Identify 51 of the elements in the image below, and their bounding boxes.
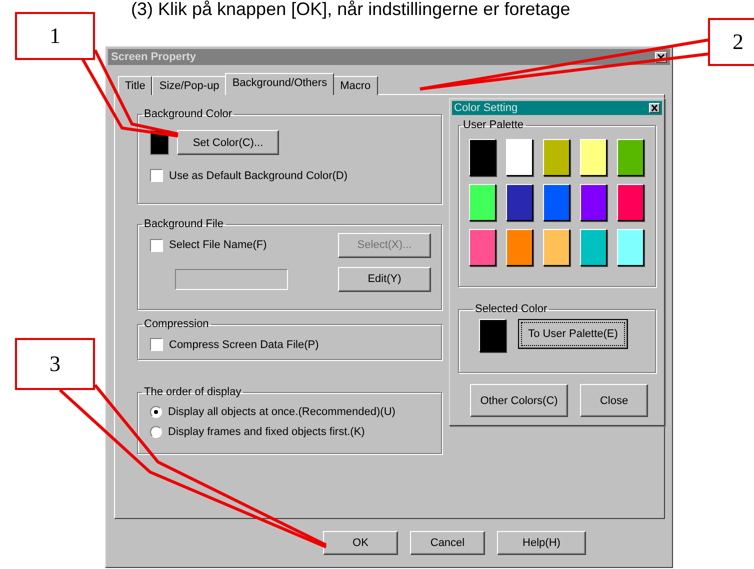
radio-label: Display frames and fixed objects first.(K) — [168, 426, 365, 438]
color-swatch[interactable] — [580, 229, 607, 266]
radio-label: Display all objects at once.(Recommended)(U) — [168, 406, 396, 418]
tab[interactable]: Macro — [333, 76, 378, 95]
color-swatch[interactable] — [506, 184, 533, 221]
tab[interactable]: Title — [118, 76, 152, 95]
color-swatch[interactable] — [543, 184, 570, 221]
help-button[interactable]: Help(H) — [497, 531, 586, 555]
group-title: Background File — [143, 218, 224, 230]
cancel-button[interactable]: Cancel — [410, 531, 485, 555]
radio-button[interactable] — [150, 426, 162, 438]
color-swatch[interactable] — [506, 229, 533, 266]
checkbox-label: Select File Name(F) — [169, 239, 267, 251]
callout-label: 3 — [15, 338, 95, 390]
color-swatch[interactable] — [469, 184, 496, 221]
checkbox[interactable] — [150, 238, 163, 252]
group-title: User Palette — [462, 119, 525, 131]
color-swatch[interactable] — [580, 139, 607, 176]
checkbox-label: Use as Default Background Color(D) — [169, 170, 348, 182]
instruction-text: (3) Klik på knappen [OK], når indstillingerne er foretage — [131, 0, 570, 20]
group-title: Background Color — [143, 108, 234, 120]
checkbox[interactable] — [150, 169, 163, 182]
window-title: Color Setting — [454, 102, 518, 114]
group-title: Selected Color — [474, 303, 548, 315]
close-button[interactable]: Close — [580, 384, 648, 417]
group-title: The order of display — [143, 386, 242, 398]
color-swatch[interactable] — [506, 139, 533, 176]
checkbox-label: Compress Screen Data File(P) — [169, 338, 319, 350]
to-user-palette-button[interactable]: To User Palette(E) — [518, 319, 628, 349]
close-icon[interactable] — [649, 103, 660, 113]
other-colors-button[interactable]: Other Colors(C) — [470, 384, 568, 417]
color-swatch[interactable] — [617, 229, 644, 266]
color-swatch[interactable] — [469, 229, 496, 266]
set-color-button[interactable]: Set Color(C)... — [177, 130, 279, 155]
callout-label: 2 — [708, 18, 754, 66]
color-swatch[interactable] — [617, 139, 644, 176]
window-title: Screen Property — [111, 51, 196, 63]
callout-label: 1 — [15, 12, 95, 60]
color-swatch[interactable] — [617, 184, 644, 221]
color-swatch[interactable] — [469, 139, 496, 176]
edit-button[interactable]: Edit(Y) — [338, 266, 431, 292]
checkbox[interactable] — [150, 338, 163, 351]
group-title: Compression — [143, 318, 210, 330]
tab[interactable]: Size/Pop-up — [152, 76, 226, 95]
color-swatch[interactable] — [543, 229, 570, 266]
file-name-field[interactable] — [175, 268, 288, 290]
color-swatch[interactable] — [543, 139, 570, 176]
ok-button[interactable]: OK — [323, 531, 398, 555]
radio-button[interactable] — [150, 406, 162, 418]
tab[interactable]: Background/Others — [225, 73, 334, 95]
color-swatch[interactable] — [580, 184, 607, 221]
